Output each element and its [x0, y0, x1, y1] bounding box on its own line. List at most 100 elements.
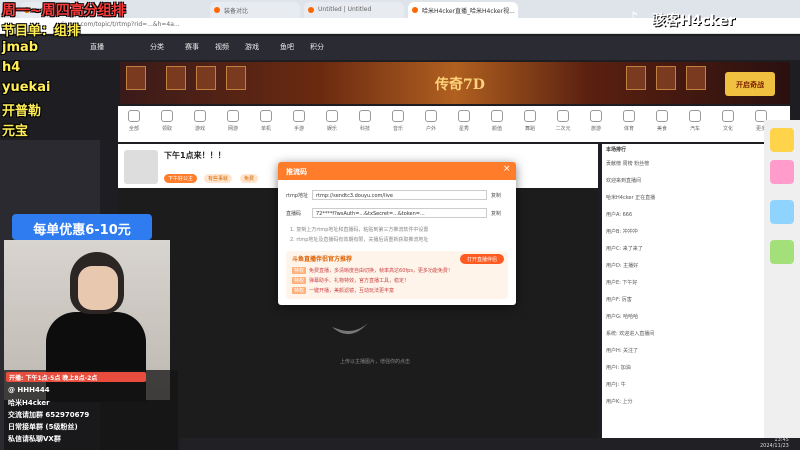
category-item[interactable]: 二次元	[551, 110, 575, 132]
category-icon	[590, 110, 602, 122]
tab-favicon-icon	[412, 7, 418, 13]
overlay-name: 元宝	[2, 124, 29, 139]
nav-item[interactable]: 视频	[215, 42, 229, 52]
copy-server-button[interactable]: 复制	[491, 192, 501, 199]
server-url-field[interactable]: rtmp://sendtc3.douyu.com/live	[312, 190, 487, 200]
nav-item[interactable]: 鱼吧	[280, 42, 294, 52]
nav-item[interactable]: 直播	[90, 42, 104, 52]
copy-key-button[interactable]: 复制	[491, 210, 501, 217]
chat-message: 用户G: 哈哈哈	[606, 314, 639, 320]
tab-favicon-icon	[308, 7, 314, 13]
gift-icon[interactable]	[770, 128, 794, 152]
category-item[interactable]: 舞蹈	[518, 110, 542, 132]
category-icon	[557, 110, 569, 122]
overlay-name: h4	[2, 60, 21, 75]
category-label: 全部	[128, 126, 139, 132]
category-item[interactable]: 户外	[419, 110, 443, 132]
tab-label: 装备对比	[224, 8, 249, 15]
category-label: 星秀	[458, 126, 469, 132]
treasure-icon[interactable]	[770, 160, 794, 184]
banner-item-icon	[196, 66, 216, 90]
browser-tab[interactable]: 装备对比	[210, 2, 300, 18]
category-label: 体育	[623, 126, 634, 132]
category-item[interactable]: 颜值	[485, 110, 509, 132]
open-companion-button[interactable]: 打开直播伴侣	[460, 254, 504, 264]
chat-message: 用户C: 来了来了	[606, 246, 643, 252]
category-item[interactable]: 文化	[716, 110, 740, 132]
stream-tag[interactable]: 免费	[240, 174, 259, 183]
tiktok-icon: ♪	[628, 8, 639, 27]
category-item[interactable]: 星秀	[452, 110, 476, 132]
close-icon[interactable]: ×	[503, 164, 511, 174]
promo-title: 斗鱼直播伴侣官方推荐	[292, 256, 353, 263]
nav-item[interactable]: 赛事	[185, 42, 199, 52]
url-field[interactable]: douyu.com/topic/t/rtmp?rid=...&h=4a...	[60, 21, 380, 31]
activity-icon[interactable]	[770, 200, 794, 224]
category-icon	[689, 110, 701, 122]
chat-message: 用户F: 厉害	[606, 297, 632, 303]
banner-cta-button[interactable]: 开启奇战	[725, 72, 775, 96]
chat-message: 哈米H4cker 正在直播	[606, 195, 656, 201]
tab-favicon-icon	[214, 7, 220, 13]
banner-item-icon	[626, 66, 646, 90]
stream-tag[interactable]: 有些事就	[204, 174, 233, 183]
streamer-avatar[interactable]	[124, 150, 158, 184]
category-label: 网游	[227, 126, 238, 132]
video-hint: 上传以主播图片，增强你的点击	[340, 359, 411, 365]
category-item[interactable]: 音乐	[386, 110, 410, 132]
modal-tip: 2. rtmp地址及直播码有效期有限，关播后请重新获取推流地址	[290, 237, 429, 243]
stream-key-field[interactable]: 72****f?wsAuth=...&txSecret=...&token=..…	[312, 208, 487, 218]
category-icon	[392, 110, 404, 122]
category-icon	[326, 110, 338, 122]
banner-item-icon	[226, 66, 246, 90]
category-icon	[293, 110, 305, 122]
taskbar-clock: 13:45 2024/11/23	[760, 437, 789, 449]
category-label: 单机	[260, 126, 271, 132]
nav-item[interactable]: 积分	[310, 42, 324, 52]
category-item[interactable]: 手游	[287, 110, 311, 132]
category-label: 游戏	[194, 126, 205, 132]
discount-banner: 每单优惠6-10元	[12, 214, 152, 240]
promo-line: 特权 一键开播，美颜滤镜，互动玩法更丰富	[292, 287, 394, 294]
chat-message: 用户K: 上分	[606, 399, 633, 405]
category-item[interactable]: 美食	[650, 110, 674, 132]
category-icon	[656, 110, 668, 122]
category-label: 文化	[722, 126, 733, 132]
chat-message: 用户H: 关注了	[606, 348, 639, 354]
category-item[interactable]: 汽车	[683, 110, 707, 132]
category-item[interactable]: 旅游	[584, 110, 608, 132]
category-item[interactable]: 科技	[353, 110, 377, 132]
category-item[interactable]: 游戏	[188, 110, 212, 132]
category-item[interactable]: 网游	[221, 110, 245, 132]
banner-logo: 传奇7D	[435, 77, 485, 93]
nav-item[interactable]: 分类	[150, 42, 164, 52]
browser-tab[interactable]: Untitled | Untitled	[304, 2, 404, 18]
category-item[interactable]: 领取	[155, 110, 179, 132]
server-label: rtmp地址	[286, 193, 309, 199]
promo-tag: 特权	[292, 287, 307, 294]
info-line: 私信请私聊VX群	[8, 435, 61, 443]
browser-tab-active[interactable]: 哈米H4cker直播_哈米H4cker视...	[408, 2, 518, 18]
modal-tip: 1. 复制上方rtmp地址和直播码，粘贴到第三方推流软件中设置	[290, 227, 429, 233]
stream-title: 下午1点来！！！	[164, 151, 226, 160]
category-label: 科技	[359, 126, 370, 132]
category-item[interactable]: 单机	[254, 110, 278, 132]
category-label: 汽车	[689, 126, 700, 132]
event-icon[interactable]	[770, 240, 794, 264]
category-item[interactable]: 娱乐	[320, 110, 344, 132]
category-icon	[359, 110, 371, 122]
category-item[interactable]: 体育	[617, 110, 641, 132]
overlay-name: yuekai	[2, 80, 51, 95]
chat-message: 用户E: 下午好	[606, 280, 638, 286]
key-label: 直播码	[286, 211, 302, 217]
category-label: 娱乐	[326, 126, 337, 132]
stream-tag[interactable]: 下午好公主	[164, 174, 198, 183]
category-icon	[194, 110, 206, 122]
chat-message: 用户I: 加油	[606, 365, 631, 371]
banner-item-icon	[126, 66, 146, 90]
banner-item-icon	[166, 66, 186, 90]
category-label: 手游	[293, 126, 304, 132]
category-item[interactable]: 全部	[122, 110, 146, 132]
nav-item[interactable]: 游戏	[245, 42, 259, 52]
douyu-fish-icon	[332, 323, 368, 335]
